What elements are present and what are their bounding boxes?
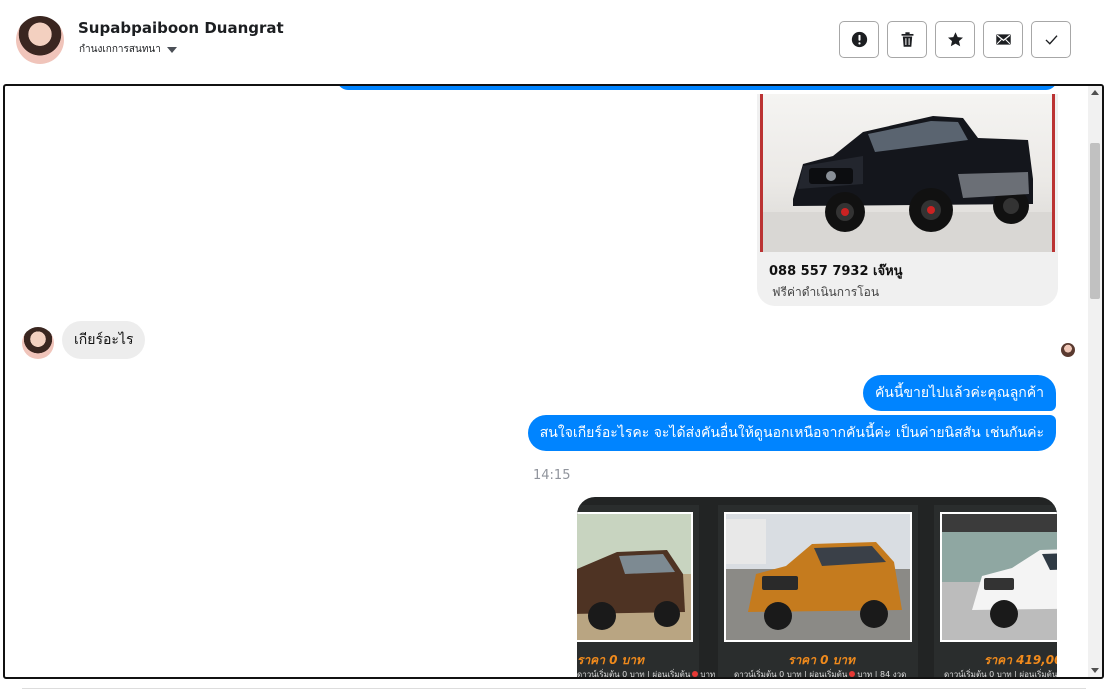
star-button[interactable] <box>935 21 975 58</box>
scroll-down-arrow-icon[interactable] <box>1091 668 1099 673</box>
conversation-stage-dropdown[interactable]: กำนงเกการสนทนา <box>79 42 177 57</box>
outgoing-message-bubble: คันนี้ขายไปแล้วค่ะคุณลูกค้า <box>862 375 1056 411</box>
pickup-truck-image <box>726 514 910 640</box>
thread-scrollbar[interactable] <box>1088 86 1102 677</box>
envelope-icon <box>995 34 1011 45</box>
contact-avatar[interactable] <box>16 16 64 64</box>
carousel-item-terms: ดาวน์เริ่มต้น 0 บาท | ผ่อนเริ่มต้น7 <box>944 668 1057 679</box>
read-receipt-avatar <box>1061 343 1075 357</box>
check-icon <box>1044 35 1058 45</box>
carousel-item[interactable]: ราคา 0 บาท ดาวน์เริ่มต้น 0 บาท | ผ่อนเริ… <box>577 505 749 679</box>
scrollbar-thumb[interactable] <box>1090 143 1100 299</box>
carousel-item-image <box>940 512 1057 642</box>
outgoing-message-bubble <box>337 86 1057 90</box>
composer-divider <box>22 688 1086 689</box>
carousel-item[interactable]: ราคา 0 บาท ดาวน์เริ่มต้น 0 บาท | ผ่อนเริ… <box>718 505 918 679</box>
message-thread[interactable]: 088 557 7932 เจ๊หนู ฟรีค่าดำเนินการโอน เ… <box>3 84 1104 679</box>
chevron-down-icon <box>166 46 177 53</box>
listing-image <box>760 94 1055 252</box>
listing-carousel[interactable]: ราคา 0 บาท ดาวน์เริ่มต้น 0 บาท | ผ่อนเริ… <box>577 497 1057 679</box>
currency-dot-icon <box>849 671 856 677</box>
sender-avatar <box>22 327 54 359</box>
mark-done-button[interactable] <box>1031 21 1071 58</box>
message-timestamp: 14:15 <box>533 468 571 483</box>
star-icon <box>947 32 963 47</box>
alert-circle-icon <box>851 31 867 48</box>
contact-name[interactable]: Supabpaiboon Duangrat <box>78 19 284 37</box>
carousel-item-image <box>577 512 693 642</box>
shared-listing-card[interactable]: 088 557 7932 เจ๊หนู ฟรีค่าดำเนินการโอน <box>757 94 1058 306</box>
carousel-item-terms-right: บาท | 84 งวด <box>857 670 907 679</box>
listing-subtitle: ฟรีค่าดำเนินการโอน <box>772 285 880 299</box>
carousel-item-terms-left: ดาวน์เริ่มต้น 0 บาท | ผ่อนเริ่มต้น <box>577 670 691 679</box>
listing-title: 088 557 7932 เจ๊หนู <box>769 264 903 279</box>
currency-dot-icon <box>692 671 699 677</box>
messenger-conversation: Supabpaiboon Duangrat กำนงเกการสนทนา 088… <box>0 0 1106 691</box>
carousel-item-terms-left: ดาวน์เริ่มต้น 0 บาท | ผ่อนเริ่มต้น <box>734 670 848 679</box>
carousel-item-image <box>724 512 912 642</box>
scroll-up-arrow-icon[interactable] <box>1091 90 1099 95</box>
delete-button[interactable] <box>887 21 927 58</box>
outgoing-message-bubble: สนใจเกียร์อะไรคะ จะได้ส่งคันอื่นให้ดูนอก… <box>527 415 1056 451</box>
mark-unread-button[interactable] <box>983 21 1023 58</box>
conversation-stage-label: กำนงเกการสนทนา <box>79 44 161 55</box>
pickup-truck-image <box>763 116 1052 252</box>
carousel-item-terms: ดาวน์เริ่มต้น 0 บาท | ผ่อนเริ่มต้น บาท | … <box>734 668 907 679</box>
conversation-actions <box>839 21 1071 58</box>
pickup-truck-image <box>577 514 691 640</box>
pickup-truck-image <box>942 514 1057 640</box>
mark-spam-button[interactable] <box>839 21 879 58</box>
conversation-header: Supabpaiboon Duangrat กำนงเกการสนทนา <box>0 0 1106 84</box>
trash-icon <box>901 32 913 47</box>
incoming-message-bubble: เกียร์อะไร <box>62 321 146 359</box>
carousel-item-terms-left: ดาวน์เริ่มต้น 0 บาท | ผ่อนเริ่มต้น <box>944 670 1057 679</box>
carousel-item[interactable]: ราคา 419,000 ดาวน์เริ่มต้น 0 บาท | ผ่อนเ… <box>934 505 1057 679</box>
